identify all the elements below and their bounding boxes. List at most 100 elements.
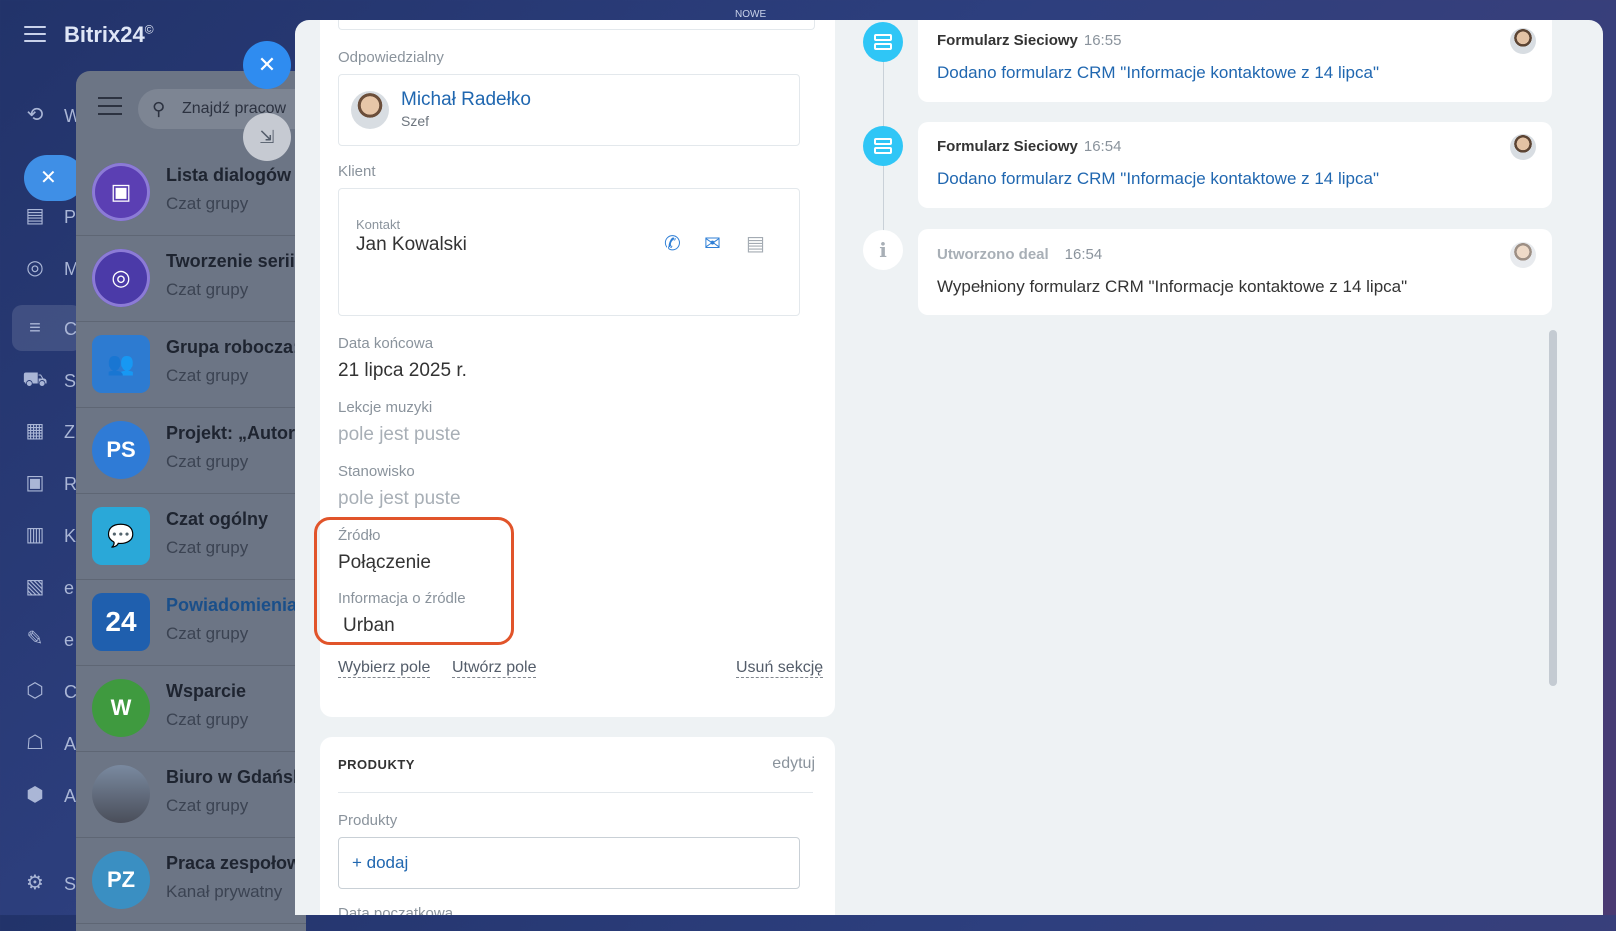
- responsible-box[interactable]: Michał Radełko Szef: [338, 74, 800, 146]
- scrollbar[interactable]: [1549, 330, 1557, 686]
- delete-section-link[interactable]: Usuń sekcję: [736, 659, 824, 678]
- chat-list-item[interactable]: 24 Powiadomienia Czat grupy: [76, 579, 306, 666]
- timeline-item-title-text: Formularz Sieciowy: [937, 138, 1078, 155]
- add-product-button[interactable]: + dodaj: [352, 853, 408, 873]
- deal-slider: Odpowiedzialny Michał Radełko Szef Klien…: [295, 20, 1603, 915]
- field-label: Klient: [338, 163, 376, 180]
- field-label: Stanowisko: [338, 463, 415, 480]
- chat-title: Biuro w Gdańsk: [166, 767, 304, 787]
- contact-name[interactable]: Jan Kowalski: [356, 234, 467, 256]
- calendar-icon[interactable]: ▣: [22, 470, 48, 496]
- end-date-value[interactable]: 21 lipca 2025 r.: [338, 360, 467, 382]
- close-icon[interactable]: ✕: [24, 155, 84, 201]
- chat-title: Praca zespołow: [166, 853, 302, 873]
- timeline-item[interactable]: Formularz Sieciowy 16:55 Dodano formularz…: [918, 20, 1552, 102]
- chat-list-item[interactable]: 💬 Czat ogólny Czat grupy: [76, 493, 306, 580]
- timeline-item-title-text: Utworzono deal: [937, 246, 1049, 263]
- chart-icon[interactable]: ▥: [22, 522, 48, 548]
- nav-item-label[interactable]: A: [64, 734, 76, 755]
- avatar: [351, 91, 389, 129]
- chat-avatar: ◎: [92, 249, 150, 307]
- pen-icon[interactable]: ✎: [22, 626, 48, 652]
- divider: [338, 792, 813, 793]
- nav-item-label[interactable]: Z: [64, 422, 75, 443]
- workflow-icon[interactable]: ⟲: [22, 102, 48, 128]
- avatar: [1510, 28, 1536, 54]
- chat-list-item[interactable]: Biuro w Gdańsk Czat grupy: [76, 751, 306, 838]
- new-badge: NOWE: [735, 9, 767, 20]
- chat-list-item[interactable]: PZ Praca zespołow Kanał prywatny: [76, 837, 306, 924]
- timeline-item-title-text: Formularz Sieciowy: [937, 32, 1078, 49]
- chat-title: Tworzenie serii: [166, 251, 295, 271]
- position-value[interactable]: pole jest puste: [338, 488, 461, 510]
- avatar: [1510, 242, 1536, 268]
- chat-icon[interactable]: ▤: [746, 231, 765, 256]
- chat-list-item[interactable]: 👥 Grupa robocza: Czat grupy: [76, 321, 306, 408]
- filter-icon[interactable]: [98, 97, 122, 117]
- chat-avatar: PZ: [92, 851, 150, 909]
- nav-item-label[interactable]: S: [64, 874, 76, 895]
- timeline-item[interactable]: Formularz Sieciowy 16:54 Dodano formularz…: [918, 122, 1552, 208]
- field-label: Data końcowa: [338, 335, 434, 352]
- chat-list-item[interactable]: W Wsparcie Czat grupy: [76, 665, 306, 752]
- box-icon[interactable]: ⬢: [22, 782, 48, 808]
- form-icon: [863, 22, 903, 62]
- chat-list-item[interactable]: ▣ Lista dialogów Czat grupy: [76, 149, 306, 236]
- responsible-name[interactable]: Michał Radełko: [401, 89, 531, 111]
- app-logo[interactable]: Bitrix24©: [64, 22, 154, 48]
- store-icon[interactable]: ▦: [22, 418, 48, 444]
- select-field-link[interactable]: Wybierz pole: [338, 659, 431, 678]
- cart-icon[interactable]: ⛟: [22, 367, 48, 393]
- chat-list-item[interactable]: ◎ Tworzenie serii Czat grupy: [76, 235, 306, 322]
- field-label: Odpowiedzialny: [338, 49, 444, 66]
- chat-list-panel: ⚲ Znajdź pracow ▣ Lista dialogów Czat gr…: [76, 71, 306, 931]
- mail-icon[interactable]: ✉: [704, 231, 721, 256]
- timeline-item-title: Formularz Sieciowy 16:55: [937, 32, 1121, 49]
- timeline-item-time: 16:55: [1083, 32, 1122, 49]
- document-icon[interactable]: ▧: [22, 574, 48, 600]
- nav-item-label[interactable]: P: [64, 207, 76, 228]
- menu-icon[interactable]: [24, 26, 46, 42]
- timeline-item-text[interactable]: Dodano formularz CRM "Informacje kontakt…: [937, 169, 1379, 189]
- collapse-icon[interactable]: ⇲: [243, 113, 291, 161]
- nav-item-label[interactable]: e: [64, 630, 74, 651]
- edit-section-link[interactable]: edytuj: [772, 755, 815, 773]
- field-label: Produkty: [338, 812, 398, 829]
- gear-icon[interactable]: ⚙: [22, 870, 48, 896]
- chat-avatar: PS: [92, 421, 150, 479]
- feed-icon[interactable]: ▤: [22, 203, 48, 229]
- avatar: [1510, 134, 1536, 160]
- chat-list-item[interactable]: PS Projekt: „Autor Czat grupy: [76, 407, 306, 494]
- field-label: Lekcje muzyki: [338, 399, 433, 416]
- timeline-item-title: Formularz Sieciowy 16:54: [937, 138, 1121, 155]
- products-add-box[interactable]: + dodaj: [338, 837, 800, 889]
- nav-item-label[interactable]: A: [64, 786, 76, 807]
- contact-label: Kontakt: [356, 217, 401, 232]
- chat-title: Lista dialogów: [166, 165, 292, 185]
- timeline-item-text[interactable]: Dodano formularz CRM "Informacje kontakt…: [937, 63, 1379, 83]
- chat-subtitle: Czat grupy: [166, 452, 249, 471]
- chat-title: Czat ogólny: [166, 509, 268, 529]
- timeline-item-time: 16:54: [1083, 138, 1122, 155]
- hexagon-icon[interactable]: ⬡: [22, 678, 48, 704]
- music-lessons-value[interactable]: pole jest puste: [338, 424, 461, 446]
- phone-icon[interactable]: ✆: [664, 231, 681, 256]
- chat-title: Wsparcie: [166, 681, 247, 701]
- funnel-icon[interactable]: ≡: [22, 315, 48, 341]
- timeline-item[interactable]: Utworzono deal 16:54 Wypełniony formularz…: [918, 229, 1552, 315]
- chat-subtitle: Czat grupy: [166, 538, 249, 557]
- chat-subtitle: Czat grupy: [166, 366, 249, 385]
- nav-item-label[interactable]: e: [64, 578, 74, 599]
- robot-icon[interactable]: ☖: [22, 730, 48, 756]
- chat-subtitle: Czat grupy: [166, 624, 249, 643]
- chat-avatar: 24: [92, 593, 150, 651]
- chat-avatar: ▣: [92, 163, 150, 221]
- target-icon[interactable]: ◎: [22, 255, 48, 281]
- nav-item-label[interactable]: K: [64, 526, 76, 547]
- chat-subtitle: Czat grupy: [166, 194, 249, 213]
- chat-avatar: [92, 765, 150, 823]
- products-card: PRODUKTY edytuj Produkty + dodaj Data po…: [320, 737, 835, 915]
- nav-item-label[interactable]: S: [64, 371, 76, 392]
- close-slider-button[interactable]: ✕: [243, 41, 291, 89]
- create-field-link[interactable]: Utwórz pole: [452, 659, 537, 678]
